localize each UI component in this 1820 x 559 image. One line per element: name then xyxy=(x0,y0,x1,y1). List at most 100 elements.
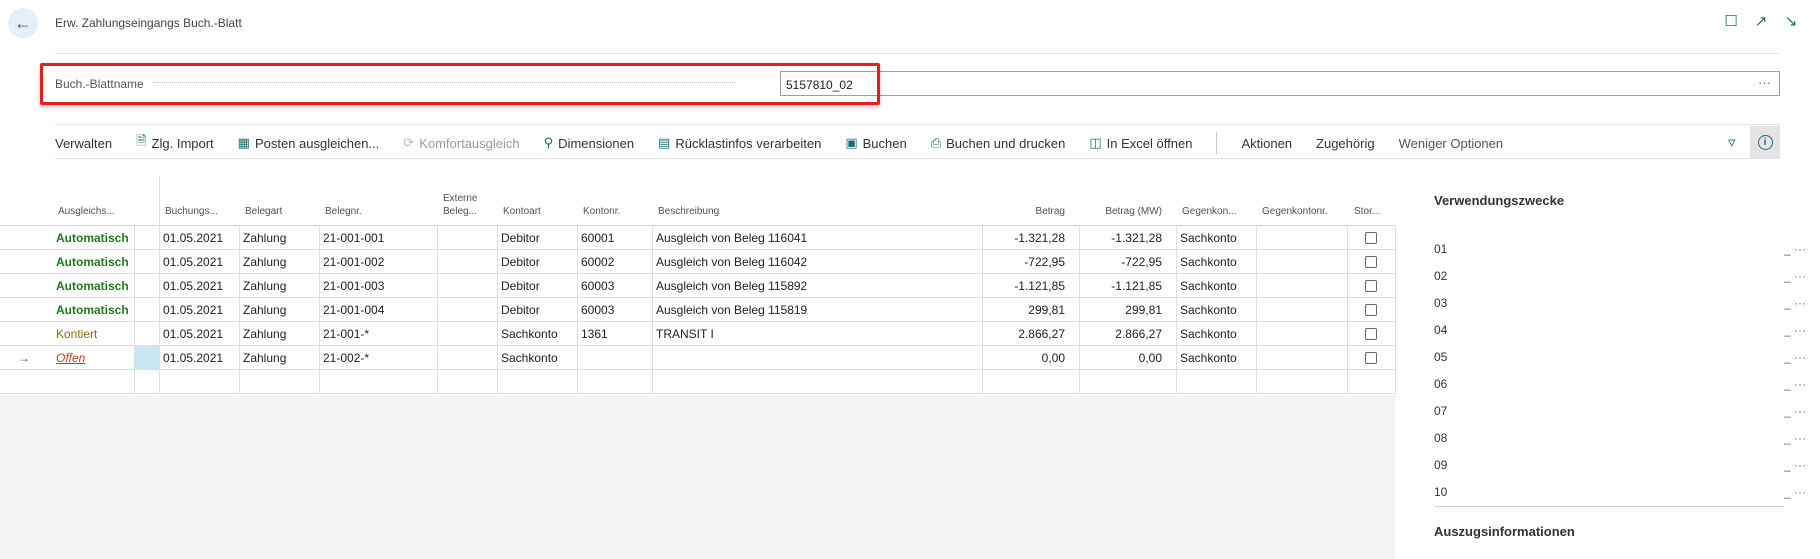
collapse-icon[interactable]: ↘ xyxy=(1782,12,1800,30)
more-options-icon[interactable]: ··· xyxy=(1758,75,1771,90)
col-header-buchungsdatum[interactable]: Buchungs... xyxy=(165,205,218,218)
action-buchen[interactable]: ▣ Buchen xyxy=(845,135,906,151)
open-new-window-icon[interactable]: ↗ xyxy=(1752,12,1770,30)
action-zugehoerig[interactable]: Zugehörig xyxy=(1316,136,1375,151)
table-row[interactable]: → Offen 01.05.2021 Zahlung 21-002-* Sachkonto… xyxy=(0,346,1396,370)
cell-date[interactable]: 01.05.2021 xyxy=(163,351,223,365)
action-verwalten[interactable]: Verwalten xyxy=(55,136,112,151)
factbox-toggle-button[interactable]: i xyxy=(1750,126,1780,158)
line-more-icon[interactable]: _ ··· xyxy=(1784,350,1806,364)
col-header-betrag[interactable]: Betrag xyxy=(985,205,1065,218)
factbox-line[interactable]: 04 _ ··· xyxy=(1434,321,1814,341)
factbox-line[interactable]: 05 _ ··· xyxy=(1434,348,1814,368)
col-header-belegart[interactable]: Belegart xyxy=(245,205,282,218)
action-aktionen[interactable]: Aktionen xyxy=(1241,136,1292,151)
cell-amount[interactable]: 0,00 xyxy=(985,351,1065,365)
factbox-line[interactable]: 01 _ ··· xyxy=(1434,240,1814,260)
table-row[interactable]: Automatisch 01.05.2021 Zahlung 21-001-004 De… xyxy=(0,298,1396,322)
action-weniger-optionen[interactable]: Weniger Optionen xyxy=(1399,136,1504,151)
cell-type[interactable]: Zahlung xyxy=(243,327,286,341)
line-more-icon[interactable]: _ ··· xyxy=(1784,242,1806,256)
storno-checkbox[interactable] xyxy=(1365,328,1377,340)
action-zlg-import[interactable]: 🗎 Zlg. Import xyxy=(136,132,214,154)
cell-bal-type[interactable]: Sachkonto xyxy=(1180,327,1237,341)
line-more-icon[interactable]: _ ··· xyxy=(1784,485,1806,499)
action-komfortausgleich[interactable]: ⟳ Komfortausgleich xyxy=(403,135,519,151)
cell-acct-type[interactable]: Debitor xyxy=(501,279,540,293)
storno-checkbox[interactable] xyxy=(1365,304,1377,316)
cell-date[interactable]: 01.05.2021 xyxy=(163,255,223,269)
back-button[interactable]: ← xyxy=(8,8,38,38)
table-row[interactable]: Automatisch 01.05.2021 Zahlung 21-001-003 De… xyxy=(0,274,1396,298)
cell-doc[interactable]: 21-001-004 xyxy=(323,303,384,317)
cell-acct-type[interactable]: Debitor xyxy=(501,231,540,245)
col-header-externe-belegnr[interactable]: Externe Beleg... xyxy=(443,192,477,218)
cell-amount[interactable]: -1.321,28 xyxy=(985,231,1065,245)
cell-bal-type[interactable]: Sachkonto xyxy=(1180,303,1237,317)
cell-desc[interactable]: Ausgleich von Beleg 116042 xyxy=(656,255,807,269)
col-header-beschreibung[interactable]: Beschreibung xyxy=(658,205,719,218)
cell-date[interactable]: 01.05.2021 xyxy=(163,231,223,245)
action-excel[interactable]: ◫ In Excel öffnen xyxy=(1089,135,1192,151)
line-more-icon[interactable]: _ ··· xyxy=(1784,269,1806,283)
cell-type[interactable]: Zahlung xyxy=(243,231,286,245)
cell-amount-lcy[interactable]: -1.121,85 xyxy=(1082,279,1162,293)
cell-desc[interactable]: TRANSIT I xyxy=(656,327,714,341)
cell-bal-type[interactable]: Sachkonto xyxy=(1180,279,1237,293)
cell-acct-no[interactable]: 1361 xyxy=(581,327,608,341)
cell-type[interactable]: Zahlung xyxy=(243,279,286,293)
factbox-title-auszugsinformationen[interactable]: Auszugsinformationen xyxy=(1434,524,1575,539)
cell-bal-type[interactable]: Sachkonto xyxy=(1180,351,1237,365)
storno-checkbox[interactable] xyxy=(1365,232,1377,244)
cell-doc[interactable]: 21-001-001 xyxy=(323,231,384,245)
factbox-line[interactable]: 07 _ ··· xyxy=(1434,402,1814,422)
cell-acct-type[interactable]: Sachkonto xyxy=(501,327,558,341)
cell-amount[interactable]: -1.121,85 xyxy=(985,279,1065,293)
cell-desc[interactable]: Ausgleich von Beleg 115819 xyxy=(656,303,807,317)
cell-desc[interactable]: Ausgleich von Beleg 116041 xyxy=(656,231,807,245)
cell-type[interactable]: Zahlung xyxy=(243,303,286,317)
cell-acct-type[interactable]: Sachkonto xyxy=(501,351,558,365)
cell-amount-lcy[interactable]: 0,00 xyxy=(1082,351,1162,365)
line-more-icon[interactable]: _ ··· xyxy=(1784,296,1806,310)
col-header-storno[interactable]: Stor... xyxy=(1354,205,1380,218)
factbox-line[interactable]: 06 _ ··· xyxy=(1434,375,1814,395)
cell-acct-no[interactable]: 60001 xyxy=(581,231,614,245)
bookmark-icon[interactable]: ☐ xyxy=(1722,12,1740,30)
cell-doc[interactable]: 21-001-003 xyxy=(323,279,384,293)
table-row[interactable]: Automatisch 01.05.2021 Zahlung 21-001-001 De… xyxy=(0,226,1396,250)
cell-date[interactable]: 01.05.2021 xyxy=(163,303,223,317)
line-more-icon[interactable]: _ ··· xyxy=(1784,377,1806,391)
cell-date[interactable]: 01.05.2021 xyxy=(163,279,223,293)
factbox-line[interactable]: 03 _ ··· xyxy=(1434,294,1814,314)
cell-type[interactable]: Zahlung xyxy=(243,351,286,365)
cell-doc[interactable]: 21-002-* xyxy=(323,351,369,365)
cell-acct-type[interactable]: Debitor xyxy=(501,303,540,317)
cell-doc[interactable]: 21-001-002 xyxy=(323,255,384,269)
cell-acct-no[interactable]: 60003 xyxy=(581,279,614,293)
action-dimensionen[interactable]: ⚲ Dimensionen xyxy=(544,135,634,151)
col-header-betrag-mw[interactable]: Betrag (MW) xyxy=(1082,205,1162,218)
action-buchen-und-drucken[interactable]: ⎙ Buchen und drucken xyxy=(931,135,1066,151)
line-more-icon[interactable]: _ ··· xyxy=(1784,431,1806,445)
cell-acct-type[interactable]: Debitor xyxy=(501,255,540,269)
cell-date[interactable]: 01.05.2021 xyxy=(163,327,223,341)
storno-checkbox[interactable] xyxy=(1365,352,1377,364)
cell-amount-lcy[interactable]: -1.321,28 xyxy=(1082,231,1162,245)
batch-name-input[interactable]: 5157810_02 ··· xyxy=(780,71,1780,96)
table-row[interactable] xyxy=(0,370,1396,394)
cell-status[interactable]: Offen xyxy=(56,351,85,365)
col-header-belegnr[interactable]: Belegnr. xyxy=(325,205,362,218)
storno-checkbox[interactable] xyxy=(1365,256,1377,268)
line-more-icon[interactable]: _ ··· xyxy=(1784,404,1806,418)
cell-amount-lcy[interactable]: 299,81 xyxy=(1082,303,1162,317)
cell-amount[interactable]: -722,95 xyxy=(985,255,1065,269)
cell-type[interactable]: Zahlung xyxy=(243,255,286,269)
storno-checkbox[interactable] xyxy=(1365,280,1377,292)
cell-amount-lcy[interactable]: -722,95 xyxy=(1082,255,1162,269)
factbox-line[interactable]: 10 _ ··· xyxy=(1434,483,1814,503)
action-ruecklastinfos[interactable]: ▤ Rücklastinfos verarbeiten xyxy=(658,135,821,151)
factbox-line[interactable]: 09 _ ··· xyxy=(1434,456,1814,476)
col-header-kontonr[interactable]: Kontonr. xyxy=(583,205,620,218)
table-row[interactable]: Automatisch 01.05.2021 Zahlung 21-001-002 De… xyxy=(0,250,1396,274)
